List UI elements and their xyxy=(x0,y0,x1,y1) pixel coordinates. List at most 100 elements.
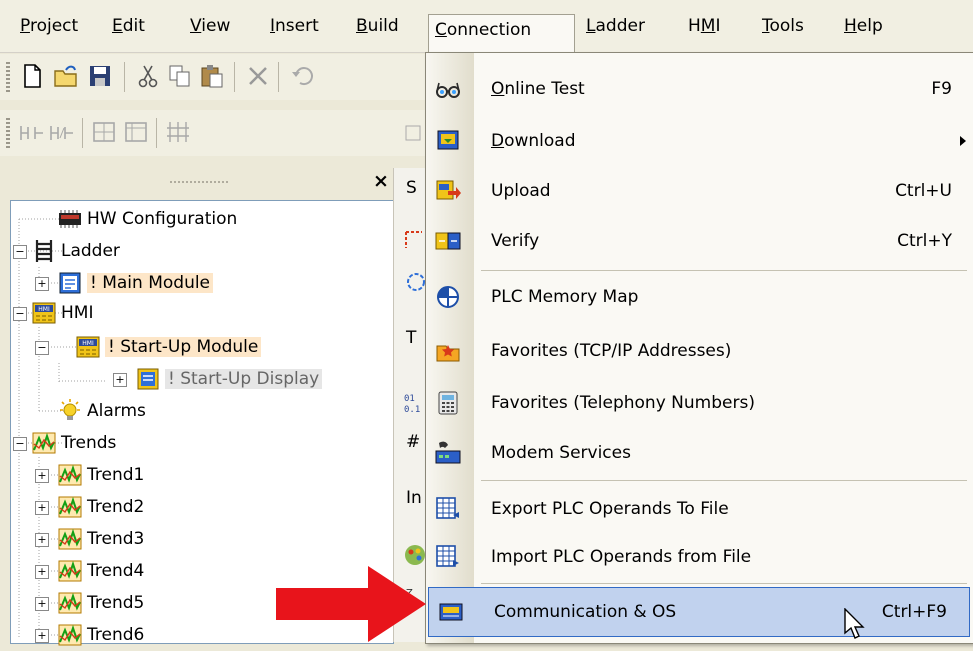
tree-item-hw-configuration[interactable]: HW Configuration xyxy=(57,203,237,235)
svg-text:01: 01 xyxy=(404,394,415,404)
tree-item-trend3[interactable]: Trend3 xyxy=(57,523,144,555)
save-icon[interactable] xyxy=(86,62,114,90)
tree-item-startup-module[interactable]: HMI ! Start-Up Module xyxy=(75,331,262,363)
menu-connection[interactable]: Connection xyxy=(428,14,575,53)
menu-ladder[interactable]: Ladder xyxy=(580,10,651,42)
expand-toggle[interactable]: + xyxy=(35,277,49,291)
menu-view[interactable]: View xyxy=(184,10,236,42)
hmi-module-icon: HMI xyxy=(76,336,100,358)
menu-edit-label: dit xyxy=(122,16,145,36)
red-arrow-icon xyxy=(276,566,426,642)
menu-item-shortcut: Ctrl+U xyxy=(895,181,952,201)
tree-item-trend5[interactable]: Trend5 xyxy=(57,587,144,619)
menu-item-label-rest: ownload xyxy=(504,131,576,151)
collapse-toggle[interactable]: − xyxy=(13,307,27,321)
menu-hmi[interactable]: HMI xyxy=(682,10,726,42)
ladder-toolbar xyxy=(0,110,430,156)
expand-toggle[interactable]: + xyxy=(35,629,49,643)
toolbox-label-s: S xyxy=(406,178,417,198)
menu-item-plc-memory-map[interactable]: PLC Memory Map xyxy=(426,273,973,321)
menu-item-favorites-telephony[interactable]: Favorites (Telephony Numbers) xyxy=(426,379,973,427)
tree-item-trend4[interactable]: Trend4 xyxy=(57,555,144,587)
collapse-toggle[interactable]: − xyxy=(13,245,27,259)
menu-item-verify[interactable]: Verify Ctrl+Y xyxy=(426,217,973,265)
copy-icon[interactable] xyxy=(166,62,194,90)
tree-item-trend2[interactable]: Trend2 xyxy=(57,491,144,523)
expand-toggle[interactable]: + xyxy=(35,501,49,515)
tree-item-startup-display[interactable]: ! Start-Up Display xyxy=(135,363,323,395)
tree-item-main-module[interactable]: ! Main Module xyxy=(57,267,214,299)
cut-icon[interactable] xyxy=(134,62,162,90)
menu-item-label-rest: nline Test xyxy=(504,79,585,99)
svg-text:HMI: HMI xyxy=(82,340,94,347)
menu-item-label: Import PLC Operands from File xyxy=(491,547,752,567)
menu-item-label: Favorites (Telephony Numbers) xyxy=(491,393,755,413)
panel-grip[interactable] xyxy=(170,181,230,183)
tree-label: ! Main Module xyxy=(87,273,214,293)
menu-item-online-test[interactable]: Online Test F9 xyxy=(426,65,973,113)
menu-item-communication-os[interactable]: Communication & OS Ctrl+F9 xyxy=(428,587,970,637)
tree-label: Trend1 xyxy=(87,465,145,485)
display-icon xyxy=(137,368,159,390)
menu-item-export-operands[interactable]: Export PLC Operands To File xyxy=(426,485,973,533)
export-table-icon xyxy=(436,497,459,519)
menu-insert[interactable]: Insert xyxy=(264,10,325,42)
menu-item-upload[interactable]: Upload Ctrl+U xyxy=(426,167,973,215)
toolbar-grip[interactable] xyxy=(6,62,10,92)
menu-item-modem-services[interactable]: Modem Services xyxy=(426,429,973,477)
toolbar-overflow-icon[interactable] xyxy=(400,118,428,146)
module-icon xyxy=(59,272,81,294)
new-file-icon[interactable] xyxy=(18,62,46,90)
tree-item-hmi[interactable]: HMI HMI xyxy=(31,297,93,329)
paste-icon[interactable] xyxy=(198,62,226,90)
tree-label: Trend5 xyxy=(87,593,145,613)
globe-icon xyxy=(437,286,459,308)
expand-toggle[interactable]: + xyxy=(35,597,49,611)
toolbar-grip[interactable] xyxy=(6,118,10,148)
menu-tools[interactable]: Tools xyxy=(756,10,810,42)
connection-menu: Online Test F9 Download Upload Ctrl+U Ve… xyxy=(425,52,973,644)
verify-icon xyxy=(435,232,461,250)
menu-item-download[interactable]: Download xyxy=(426,117,973,165)
branch-icon[interactable] xyxy=(90,118,118,146)
menu-help[interactable]: Help xyxy=(838,10,889,42)
grid-icon[interactable] xyxy=(164,118,192,146)
tree-item-trends[interactable]: Trends xyxy=(31,427,116,459)
tree-item-alarms[interactable]: Alarms xyxy=(57,395,146,427)
hmi-icon: HMI xyxy=(32,302,56,324)
close-icon[interactable]: × xyxy=(373,170,389,192)
menu-hmi-label-pre: H xyxy=(688,16,701,36)
menu-insert-label: nsert xyxy=(275,16,319,36)
menu-hmi-mnemonic: M xyxy=(700,16,716,36)
tree-item-trend6[interactable]: Trend6 xyxy=(57,619,144,651)
ladder-coil-icon[interactable] xyxy=(48,118,76,146)
ladder-contact-icon[interactable] xyxy=(18,118,46,146)
menu-item-label: Upload xyxy=(491,181,551,201)
expand-toggle[interactable]: + xyxy=(35,565,49,579)
branch-alt-icon[interactable] xyxy=(122,118,150,146)
menu-edit[interactable]: Edit xyxy=(106,10,151,42)
open-folder-icon[interactable] xyxy=(52,62,80,90)
tree-item-ladder[interactable]: Ladder xyxy=(31,235,120,267)
delete-icon[interactable] xyxy=(244,62,272,90)
menu-project[interactable]: Project xyxy=(14,10,84,42)
expand-toggle[interactable]: + xyxy=(35,469,49,483)
toolbox-label-t: T xyxy=(406,328,417,348)
menu-item-favorites-tcp[interactable]: Favorites (TCP/IP Addresses) xyxy=(426,327,973,375)
expand-toggle[interactable]: + xyxy=(35,533,49,547)
menu-item-import-operands[interactable]: Import PLC Operands from File xyxy=(426,533,973,581)
toolbar-separator xyxy=(156,118,157,148)
alarm-bulb-icon xyxy=(60,399,80,420)
mouse-pointer-icon xyxy=(844,608,865,639)
undo-icon[interactable] xyxy=(288,62,316,90)
menu-item-shortcut: F9 xyxy=(931,79,952,99)
collapse-toggle[interactable]: − xyxy=(13,437,27,451)
glasses-icon xyxy=(436,82,460,98)
collapse-toggle[interactable]: − xyxy=(35,341,49,355)
menu-view-label: iew xyxy=(201,16,231,36)
tree-label: HMI xyxy=(61,303,94,323)
tree-item-trend1[interactable]: Trend1 xyxy=(57,459,144,491)
menu-separator xyxy=(481,480,967,481)
menu-build[interactable]: Build xyxy=(350,10,405,42)
expand-toggle[interactable]: + xyxy=(113,373,127,387)
